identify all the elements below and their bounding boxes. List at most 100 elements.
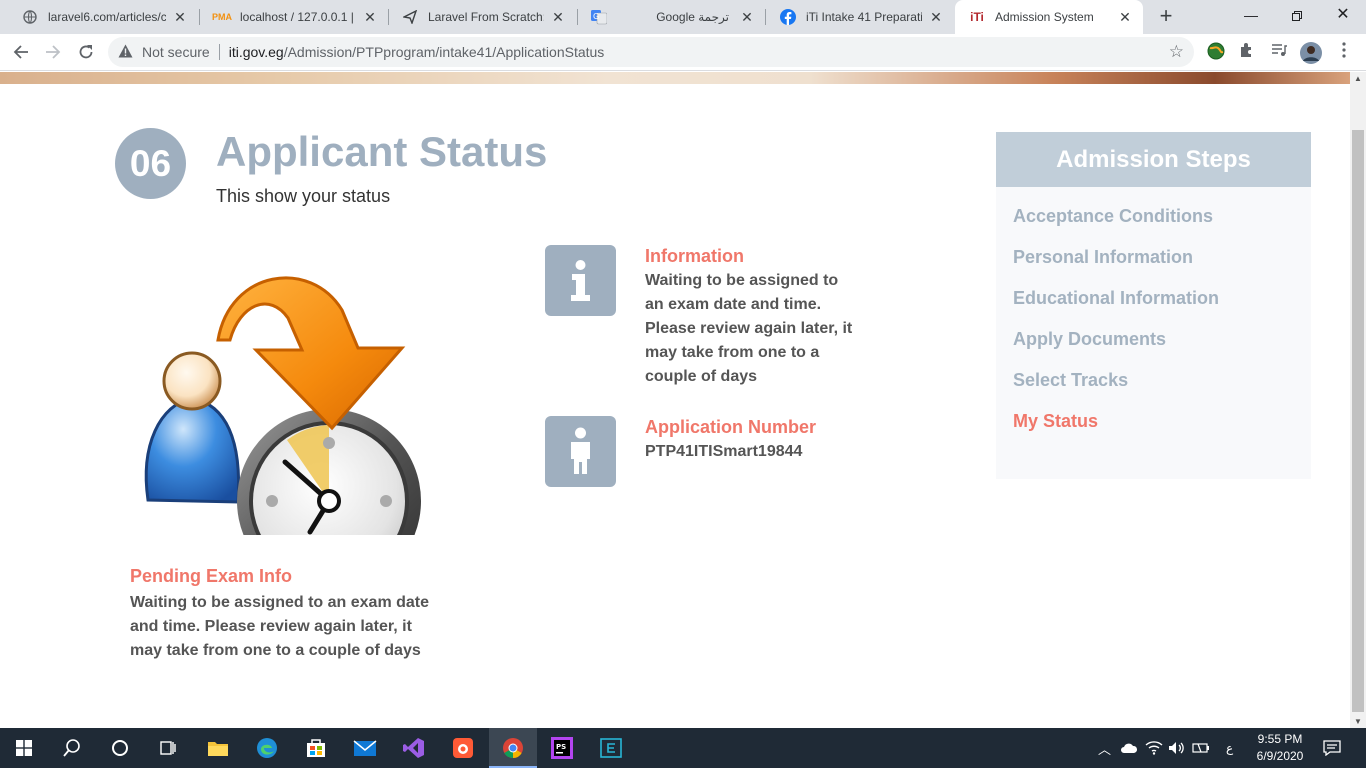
- phpmyadmin-icon: PMA: [212, 12, 232, 22]
- address-bar[interactable]: Not secure iti.gov.eg /Admission/PTPprog…: [108, 37, 1194, 67]
- close-icon[interactable]: ✕: [362, 9, 378, 25]
- tab-title: laravel6.com/articles/cr: [48, 10, 166, 24]
- omnibox-divider: [218, 44, 220, 60]
- scrollbar-thumb[interactable]: [1352, 130, 1364, 712]
- close-icon[interactable]: ✕: [739, 9, 755, 25]
- input-language[interactable]: ع: [1226, 728, 1233, 768]
- tab-admission-system[interactable]: iTi Admission System ✕: [955, 0, 1143, 34]
- wifi-icon[interactable]: [1145, 728, 1163, 768]
- file-explorer-icon[interactable]: [194, 728, 242, 768]
- pending-exam-info: Pending Exam Info Waiting to be assigned…: [130, 566, 430, 663]
- restore-button[interactable]: [1274, 0, 1320, 32]
- application-number-value: PTP41ITISmart19844: [645, 443, 803, 460]
- close-icon[interactable]: ✕: [172, 9, 188, 25]
- warning-icon[interactable]: [118, 44, 134, 61]
- security-label: Not secure: [142, 44, 210, 60]
- iti-icon: iTi: [970, 10, 984, 24]
- svg-text:G: G: [593, 12, 599, 21]
- tab-title: iTi Intake 41 Preparation: [806, 10, 922, 24]
- application-number-heading: Application Number: [645, 417, 817, 437]
- reload-button[interactable]: [73, 39, 99, 65]
- browser-toolbar: Not secure iti.gov.eg /Admission/PTPprog…: [0, 34, 1366, 71]
- onedrive-icon[interactable]: [1120, 728, 1138, 768]
- store-icon[interactable]: [292, 728, 340, 768]
- admission-steps-list: Acceptance Conditions Personal Informati…: [996, 187, 1311, 451]
- editor-icon[interactable]: [587, 728, 635, 768]
- forward-button[interactable]: [40, 39, 66, 65]
- step-apply-documents[interactable]: Apply Documents: [1013, 328, 1311, 369]
- extensions-puzzle-icon[interactable]: [1236, 42, 1258, 64]
- step-my-status[interactable]: My Status: [1013, 410, 1311, 451]
- close-window-button[interactable]: ✕: [1320, 0, 1366, 32]
- step-personal-information[interactable]: Personal Information: [1013, 246, 1311, 287]
- minimize-button[interactable]: —: [1228, 0, 1274, 32]
- show-hidden-icons[interactable]: ︿: [1098, 728, 1111, 768]
- tab-title: Admission System: [995, 10, 1094, 24]
- application-number-section: Application Number PTP41ITISmart19844: [645, 415, 860, 464]
- edge-icon[interactable]: [243, 728, 291, 768]
- windows-taskbar: PS ︿ ع 9:55 PM 6/9/2020: [0, 728, 1366, 768]
- info-icon: [545, 245, 616, 316]
- cortana-icon[interactable]: [96, 728, 144, 768]
- close-icon[interactable]: ✕: [550, 9, 566, 25]
- mail-icon[interactable]: [341, 728, 389, 768]
- new-tab-button[interactable]: +: [1154, 5, 1178, 29]
- information-text: Waiting to be assigned to an exam date a…: [645, 272, 853, 385]
- step-acceptance-conditions[interactable]: Acceptance Conditions: [1013, 205, 1311, 246]
- search-icon[interactable]: [48, 728, 96, 768]
- tab-strip: laravel6.com/articles/cr ✕ PMA localhost…: [0, 0, 1366, 34]
- start-icon[interactable]: [0, 728, 48, 768]
- page-title: Applicant Status: [216, 128, 548, 175]
- battery-icon[interactable]: [1192, 728, 1210, 768]
- scroll-down-icon[interactable]: ▼: [1354, 717, 1362, 726]
- browser-menu-icon[interactable]: [1333, 42, 1355, 64]
- hero-banner: [0, 72, 1350, 84]
- clock-time: 9:55 PM: [1257, 732, 1303, 746]
- chrome-icon[interactable]: [489, 728, 537, 768]
- laracasts-icon: [402, 9, 418, 25]
- tab-title: Laravel From Scratch: Fo: [428, 10, 544, 24]
- clock-date: 6/9/2020: [1256, 749, 1304, 763]
- task-view-icon[interactable]: [144, 728, 192, 768]
- person-icon: [545, 416, 616, 487]
- bookmark-star-icon[interactable]: ☆: [1169, 42, 1184, 62]
- page-scrollbar[interactable]: ▲ ▼: [1350, 72, 1366, 728]
- tab-facebook[interactable]: iTi Intake 41 Preparation ✕: [766, 0, 954, 34]
- page-subtitle: This show your status: [216, 186, 391, 206]
- step-number-badge: 06: [115, 128, 186, 199]
- information-heading: Information: [645, 246, 744, 266]
- tab-laracasts[interactable]: Laravel From Scratch: Fo ✕: [388, 0, 576, 34]
- notifications-icon[interactable]: [1323, 728, 1341, 768]
- tab-phpmyadmin[interactable]: PMA localhost / 127.0.0.1 | ph ✕: [200, 0, 388, 34]
- step-educational-information[interactable]: Educational Information: [1013, 287, 1311, 328]
- close-icon[interactable]: ✕: [928, 9, 944, 25]
- volume-icon[interactable]: [1168, 728, 1186, 768]
- facebook-icon: [780, 9, 796, 25]
- admission-steps-panel: Admission Steps Acceptance Conditions Pe…: [996, 132, 1311, 479]
- globe-icon: [22, 9, 38, 25]
- phpstorm-icon[interactable]: PS: [538, 728, 586, 768]
- screen-recorder-icon[interactable]: [439, 728, 487, 768]
- back-button[interactable]: [8, 39, 34, 65]
- system-clock[interactable]: 9:55 PM 6/9/2020: [1250, 731, 1310, 765]
- google-translate-icon: G: [591, 9, 607, 25]
- profile-avatar-icon[interactable]: [1300, 42, 1322, 64]
- pending-exam-heading: Pending Exam Info: [130, 566, 293, 586]
- url-path: /Admission/PTPprogram/intake41/Applicati…: [283, 44, 605, 60]
- information-section: Information Waiting to be assigned to an…: [645, 244, 860, 389]
- url-host: iti.gov.eg: [228, 44, 284, 60]
- close-icon[interactable]: ✕: [1117, 9, 1133, 25]
- admission-steps-heading: Admission Steps: [996, 132, 1311, 187]
- pending-status-illustration: [130, 230, 430, 593]
- media-control-icon[interactable]: [1268, 42, 1290, 64]
- step-select-tracks[interactable]: Select Tracks: [1013, 369, 1311, 410]
- tab-title: Google ترجمة: [656, 10, 729, 24]
- tab-title: localhost / 127.0.0.1 | ph: [240, 10, 356, 24]
- visual-studio-icon[interactable]: [390, 728, 438, 768]
- tab-google-translate[interactable]: G Google ترجمة ✕: [577, 0, 765, 34]
- svg-text:PS: PS: [556, 743, 566, 751]
- tab-laravel6[interactable]: laravel6.com/articles/cr ✕: [8, 0, 198, 34]
- extension-globe-icon[interactable]: [1205, 42, 1227, 64]
- page-viewport: 06 Applicant Status This show your statu…: [0, 72, 1350, 728]
- scroll-up-icon[interactable]: ▲: [1354, 74, 1362, 83]
